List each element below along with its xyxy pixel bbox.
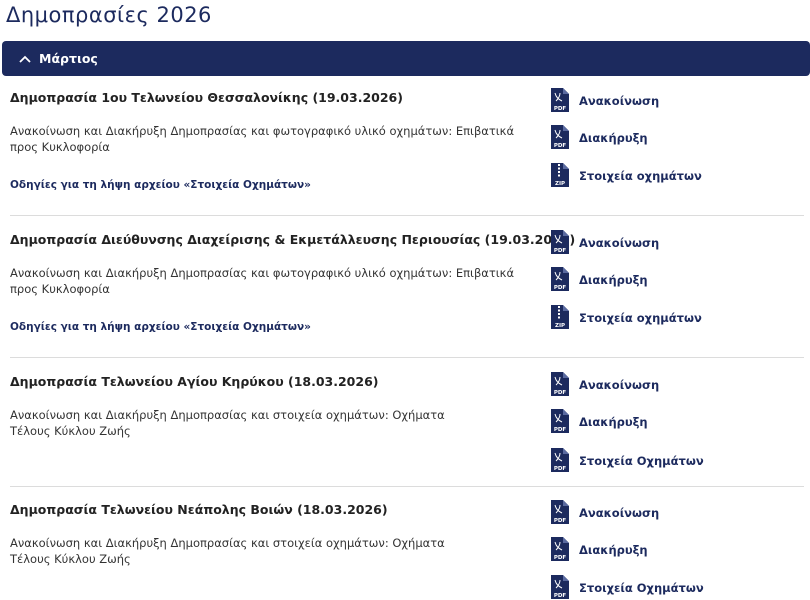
doc-label: Ανακοίνωση — [579, 505, 660, 520]
pdf-file-icon: PDF — [550, 88, 569, 113]
auction-entry: Δημοπρασία Διεύθυνσης Διαχείρισης & Εκμε… — [0, 230, 810, 358]
svg-text:ZIP: ZIP — [555, 323, 565, 329]
doc-label: Διακήρυξη — [579, 272, 648, 287]
doc-label: Διακήρυξη — [579, 414, 648, 429]
accordion-title: Μάρτιος — [39, 51, 98, 66]
svg-text:PDF: PDF — [554, 106, 567, 112]
entry-title: Δημοπρασία Τελωνείου Αγίου Κηρύκου (18.0… — [10, 374, 379, 389]
pdf-file-icon: PDF — [550, 125, 569, 150]
doc-link-declaration[interactable]: PDF Διακήρυξη — [550, 537, 648, 562]
doc-label: Στοιχεία οχημάτων — [579, 168, 702, 183]
pdf-file-icon: PDF — [550, 409, 569, 434]
entry-title: Δημοπρασία 1ου Τελωνείου Θεσσαλονίκης (1… — [10, 90, 403, 105]
doc-link-announcement[interactable]: PDF Ανακοίνωση — [550, 372, 659, 397]
pdf-file-icon: PDF — [550, 230, 569, 255]
auction-entry: Δημοπρασία Τελωνείου Νεάπολης Βοιών (18.… — [0, 500, 810, 600]
doc-link-vehicle-data[interactable]: ZIP Στοιχεία οχημάτων — [550, 163, 702, 188]
pdf-file-icon: PDF — [550, 537, 569, 562]
svg-text:PDF: PDF — [554, 466, 567, 472]
page-title: Δημοπρασίες 2026 — [6, 3, 212, 27]
zip-file-icon: ZIP — [550, 163, 569, 188]
doc-link-announcement[interactable]: PDF Ανακοίνωση — [550, 230, 659, 255]
divider — [10, 486, 804, 487]
doc-link-announcement[interactable]: PDF Ανακοίνωση — [550, 88, 659, 113]
doc-link-vehicle-data[interactable]: PDF Στοιχεία Οχημάτων — [550, 448, 704, 473]
pdf-file-icon: PDF — [550, 267, 569, 292]
doc-link-declaration[interactable]: PDF Διακήρυξη — [550, 409, 648, 434]
doc-link-vehicle-data[interactable]: PDF Στοιχεία Οχημάτων — [550, 575, 704, 600]
pdf-file-icon: PDF — [550, 372, 569, 397]
doc-label: Ανακοίνωση — [579, 377, 660, 392]
entry-description: Ανακοίνωση και Διακήρυξη Δημοπρασίας και… — [10, 408, 445, 438]
doc-link-vehicle-data[interactable]: ZIP Στοιχεία οχημάτων — [550, 305, 702, 330]
doc-link-announcement[interactable]: PDF Ανακοίνωση — [550, 500, 659, 525]
entry-description: Ανακοίνωση και Διακήρυξη Δημοπρασίας και… — [10, 266, 515, 296]
svg-text:PDF: PDF — [554, 555, 567, 561]
entry-title: Δημοπρασία Τελωνείου Νεάπολης Βοιών (18.… — [10, 502, 388, 517]
pdf-file-icon: PDF — [550, 500, 569, 525]
svg-text:PDF: PDF — [554, 390, 567, 396]
doc-link-declaration[interactable]: PDF Διακήρυξη — [550, 267, 648, 292]
doc-label: Στοιχεία Οχημάτων — [579, 580, 704, 595]
instructions-link[interactable]: Οδηγίες για τη λήψη αρχείου «Στοιχεία Οχ… — [10, 179, 311, 191]
doc-label: Στοιχεία Οχημάτων — [579, 453, 704, 468]
entry-title: Δημοπρασία Διεύθυνσης Διαχείρισης & Εκμε… — [10, 232, 576, 247]
pdf-file-icon: PDF — [550, 448, 569, 473]
svg-text:PDF: PDF — [554, 248, 567, 254]
auction-entry: Δημοπρασία Τελωνείου Αγίου Κηρύκου (18.0… — [0, 372, 810, 487]
divider — [10, 357, 804, 358]
doc-label: Διακήρυξη — [579, 542, 648, 557]
svg-text:ZIP: ZIP — [555, 181, 565, 187]
divider — [10, 215, 804, 216]
svg-text:PDF: PDF — [554, 427, 567, 433]
doc-label: Ανακοίνωση — [579, 93, 660, 108]
auction-entry: Δημοπρασία 1ου Τελωνείου Θεσσαλονίκης (1… — [0, 88, 810, 216]
pdf-file-icon: PDF — [550, 575, 569, 600]
zip-file-icon: ZIP — [550, 305, 569, 330]
doc-label: Στοιχεία οχημάτων — [579, 310, 702, 325]
svg-text:PDF: PDF — [554, 593, 567, 599]
svg-text:PDF: PDF — [554, 285, 567, 291]
doc-label: Διακήρυξη — [579, 130, 648, 145]
instructions-link[interactable]: Οδηγίες για τη λήψη αρχείου «Στοιχεία Οχ… — [10, 321, 311, 333]
entry-description: Ανακοίνωση και Διακήρυξη Δημοπρασίας και… — [10, 536, 445, 566]
doc-label: Ανακοίνωση — [579, 235, 660, 250]
chevron-up-icon — [15, 49, 35, 69]
doc-link-declaration[interactable]: PDF Διακήρυξη — [550, 125, 648, 150]
svg-text:PDF: PDF — [554, 143, 567, 149]
svg-text:PDF: PDF — [554, 518, 567, 524]
accordion-month-header[interactable]: Μάρτιος — [2, 41, 810, 76]
entry-description: Ανακοίνωση και Διακήρυξη Δημοπρασίας και… — [10, 124, 515, 154]
